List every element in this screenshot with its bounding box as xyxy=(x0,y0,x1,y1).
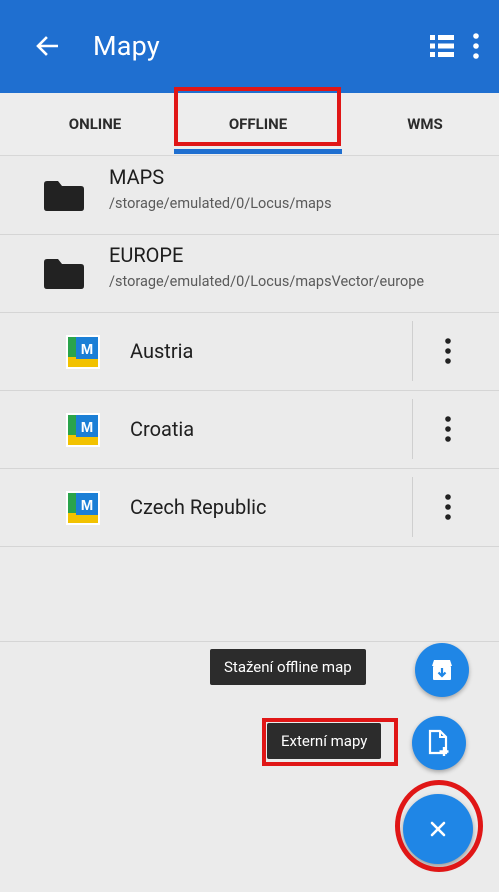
arrow-left-icon xyxy=(36,36,58,56)
map-row-croatia[interactable]: M Croatia xyxy=(0,391,499,469)
tab-selected-indicator xyxy=(174,149,342,154)
more-vert-icon[interactable] xyxy=(436,411,460,447)
folder-path: /storage/emulated/0/Locus/maps xyxy=(109,195,332,212)
store-download-icon xyxy=(432,660,452,680)
folder-title: MAPS xyxy=(109,165,165,189)
list-view-icon xyxy=(430,35,454,57)
highlight-box-external xyxy=(262,718,398,766)
app-bar: Mapy xyxy=(0,0,499,93)
folder-icon xyxy=(44,181,84,211)
folder-icon xyxy=(44,259,84,289)
more-vert-icon[interactable] xyxy=(436,333,460,369)
tab-online[interactable]: ONLINE xyxy=(40,93,150,155)
add-file-icon xyxy=(428,729,449,756)
download-offline-maps-label[interactable]: Stažení offline map xyxy=(210,649,366,685)
tab-wms[interactable]: WMS xyxy=(375,93,475,155)
more-vert-icon[interactable] xyxy=(436,489,460,525)
svg-text:M: M xyxy=(81,419,94,436)
folder-row-maps[interactable]: MAPS /storage/emulated/0/Locus/maps xyxy=(0,157,499,235)
highlight-circle-fab xyxy=(395,780,483,872)
overflow-menu-button[interactable] xyxy=(470,30,482,62)
folder-path: /storage/emulated/0/Locus/mapsVector/eur… xyxy=(109,273,425,290)
map-name: Austria xyxy=(130,339,194,363)
divider xyxy=(412,477,413,537)
map-name: Croatia xyxy=(130,417,195,441)
download-offline-maps-button[interactable] xyxy=(415,643,469,697)
locus-map-icon: M xyxy=(66,335,100,369)
more-vert-icon xyxy=(473,33,479,59)
folder-row-europe[interactable]: EUROPE /storage/emulated/0/Locus/mapsVec… xyxy=(0,235,499,313)
highlight-box-offline xyxy=(174,87,341,146)
map-name: Czech Republic xyxy=(130,495,267,519)
svg-text:M: M xyxy=(81,497,94,514)
locus-map-icon: M xyxy=(66,413,100,447)
page-title: Mapy xyxy=(93,30,160,62)
divider xyxy=(412,399,413,459)
locus-map-icon: M xyxy=(66,491,100,525)
svg-text:M: M xyxy=(81,341,94,358)
map-row-austria[interactable]: M Austria xyxy=(0,313,499,391)
divider xyxy=(412,321,413,381)
list-view-button[interactable] xyxy=(429,33,455,59)
back-button[interactable] xyxy=(34,27,60,65)
folder-title: EUROPE xyxy=(109,243,184,267)
external-maps-button[interactable] xyxy=(412,716,466,770)
divider xyxy=(0,641,499,642)
map-row-czech-republic[interactable]: M Czech Republic xyxy=(0,469,499,547)
